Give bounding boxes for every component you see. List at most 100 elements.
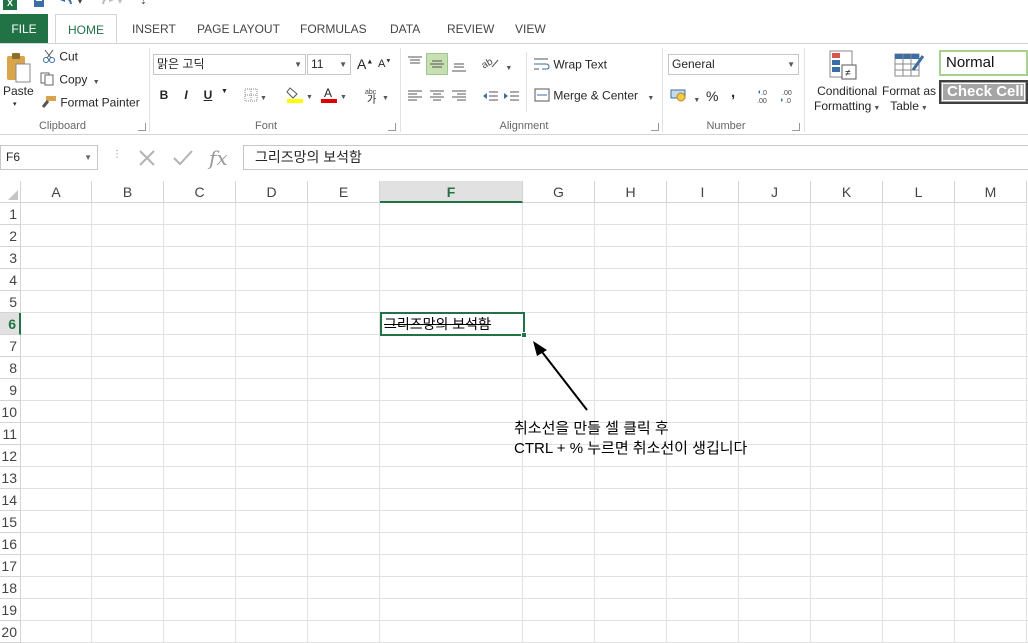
- insert-function-icon[interactable]: fx: [209, 146, 228, 170]
- conditional-formatting-button[interactable]: Conditional Formatting ▼: [814, 84, 880, 116]
- borders-button[interactable]: ▼: [244, 88, 267, 105]
- formula-bar-splitter-icon[interactable]: ⋮: [112, 149, 122, 160]
- paste-button[interactable]: [4, 52, 32, 87]
- row-header-4[interactable]: 4: [0, 269, 21, 291]
- format-as-table-icon[interactable]: [893, 50, 925, 83]
- column-header-g[interactable]: G: [523, 181, 595, 203]
- row-header-13[interactable]: 13: [0, 467, 21, 489]
- accounting-format-button[interactable]: ▼: [670, 88, 700, 105]
- tab-review[interactable]: REVIEW: [447, 14, 494, 43]
- save-icon[interactable]: [33, 0, 45, 10]
- decrease-indent-button[interactable]: [482, 90, 498, 105]
- cell-style-check-cell[interactable]: Check Cell: [939, 80, 1028, 104]
- format-as-table-button[interactable]: Format as Table ▼: [882, 84, 936, 116]
- column-header-b[interactable]: B: [92, 181, 164, 203]
- phonetic-button[interactable]: abc 가 ▼: [364, 86, 389, 107]
- chevron-down-icon[interactable]: ▼: [84, 146, 92, 169]
- row-header-15[interactable]: 15: [0, 511, 21, 533]
- format-painter-button[interactable]: Format Painter: [40, 95, 140, 112]
- align-center-button[interactable]: [430, 90, 444, 105]
- undo-icon[interactable]: [60, 0, 74, 10]
- percent-style-button[interactable]: %: [706, 88, 718, 104]
- font-color-button[interactable]: A ▼: [320, 86, 347, 106]
- chevron-down-icon[interactable]: ▼: [647, 95, 654, 102]
- row-header-17[interactable]: 17: [0, 555, 21, 577]
- fill-color-button[interactable]: ▼: [286, 86, 313, 106]
- decrease-decimal-button[interactable]: .00.0: [780, 88, 798, 107]
- bold-button[interactable]: B: [156, 88, 172, 102]
- font-size-select[interactable]: 11 ▼: [307, 54, 351, 75]
- cell-style-normal[interactable]: Normal: [939, 50, 1028, 76]
- grow-font-button[interactable]: A▲: [357, 56, 373, 72]
- increase-indent-button[interactable]: [503, 90, 519, 105]
- merge-center-button[interactable]: Merge & Center ▼: [534, 88, 654, 105]
- wrap-text-button[interactable]: Wrap Text: [534, 57, 607, 74]
- align-bottom-button[interactable]: [452, 60, 466, 75]
- tab-page-layout[interactable]: PAGE LAYOUT: [197, 14, 280, 43]
- copy-button[interactable]: Copy ▼: [40, 72, 100, 89]
- row-header-16[interactable]: 16: [0, 533, 21, 555]
- alignment-launcher-icon[interactable]: [651, 123, 659, 131]
- number-format-select[interactable]: General ▼: [668, 54, 799, 75]
- clipboard-launcher-icon[interactable]: [138, 123, 146, 131]
- name-box[interactable]: F6 ▼: [0, 145, 98, 170]
- row-header-3[interactable]: 3: [0, 247, 21, 269]
- row-header-14[interactable]: 14: [0, 489, 21, 511]
- paste-label[interactable]: Paste: [3, 84, 34, 98]
- row-header-12[interactable]: 12: [0, 445, 21, 467]
- active-cell-f6[interactable]: 그리즈망의 보석함: [380, 312, 527, 338]
- copy-dropdown-icon[interactable]: ▼: [93, 79, 100, 86]
- row-header-7[interactable]: 7: [0, 335, 21, 357]
- tab-insert[interactable]: INSERT: [132, 14, 176, 43]
- column-header-a[interactable]: A: [21, 181, 92, 203]
- row-header-10[interactable]: 10: [0, 401, 21, 423]
- redo-dropdown-icon[interactable]: ▾: [118, 0, 122, 6]
- tab-home[interactable]: HOME: [55, 14, 117, 44]
- row-header-20[interactable]: 20: [0, 621, 21, 643]
- font-launcher-icon[interactable]: [388, 123, 396, 131]
- confirm-entry-button[interactable]: [172, 148, 194, 171]
- align-right-button[interactable]: [452, 90, 466, 105]
- column-header-j[interactable]: J: [739, 181, 811, 203]
- comma-style-button[interactable]: ,: [731, 84, 735, 101]
- customize-qat-icon[interactable]: ⇣: [140, 0, 147, 6]
- column-header-i[interactable]: I: [667, 181, 739, 203]
- row-header-6[interactable]: 6: [0, 313, 21, 335]
- conditional-formatting-icon[interactable]: ≠: [828, 49, 860, 84]
- tab-data[interactable]: DATA: [390, 14, 420, 43]
- row-header-1[interactable]: 1: [0, 203, 21, 225]
- row-header-19[interactable]: 19: [0, 599, 21, 621]
- column-header-f[interactable]: F: [380, 181, 523, 203]
- column-header-e[interactable]: E: [308, 181, 380, 203]
- column-header-c[interactable]: C: [164, 181, 236, 203]
- select-all-button[interactable]: [0, 181, 21, 203]
- column-header-d[interactable]: D: [236, 181, 308, 203]
- undo-dropdown-icon[interactable]: ▾: [78, 0, 82, 6]
- underline-dropdown-icon[interactable]: ▼: [221, 88, 228, 95]
- align-left-button[interactable]: [408, 90, 422, 105]
- number-launcher-icon[interactable]: [792, 123, 800, 131]
- align-middle-button[interactable]: [426, 53, 448, 75]
- tab-formulas[interactable]: FORMULAS: [300, 14, 367, 43]
- cut-button[interactable]: Cut: [42, 49, 78, 66]
- row-header-18[interactable]: 18: [0, 577, 21, 599]
- row-header-8[interactable]: 8: [0, 357, 21, 379]
- align-top-button[interactable]: [408, 56, 422, 71]
- cancel-entry-button[interactable]: [137, 148, 157, 171]
- formula-input[interactable]: 그리즈망의 보석함: [243, 145, 1028, 170]
- row-header-11[interactable]: 11: [0, 423, 21, 445]
- shrink-font-button[interactable]: A▼: [378, 58, 391, 70]
- italic-button[interactable]: I: [178, 88, 194, 102]
- redo-icon[interactable]: [100, 0, 114, 10]
- orientation-button[interactable]: ab ▼: [480, 54, 512, 73]
- paste-dropdown-icon[interactable]: ▾: [13, 100, 17, 108]
- increase-decimal-button[interactable]: .0.00: [757, 88, 775, 107]
- row-header-5[interactable]: 5: [0, 291, 21, 313]
- column-header-h[interactable]: H: [595, 181, 667, 203]
- row-header-2[interactable]: 2: [0, 225, 21, 247]
- row-header-9[interactable]: 9: [0, 379, 21, 401]
- tab-view[interactable]: VIEW: [515, 14, 546, 43]
- column-header-l[interactable]: L: [883, 181, 955, 203]
- font-family-select[interactable]: 맑은 고딕 ▼: [153, 54, 306, 75]
- column-header-m[interactable]: M: [955, 181, 1027, 203]
